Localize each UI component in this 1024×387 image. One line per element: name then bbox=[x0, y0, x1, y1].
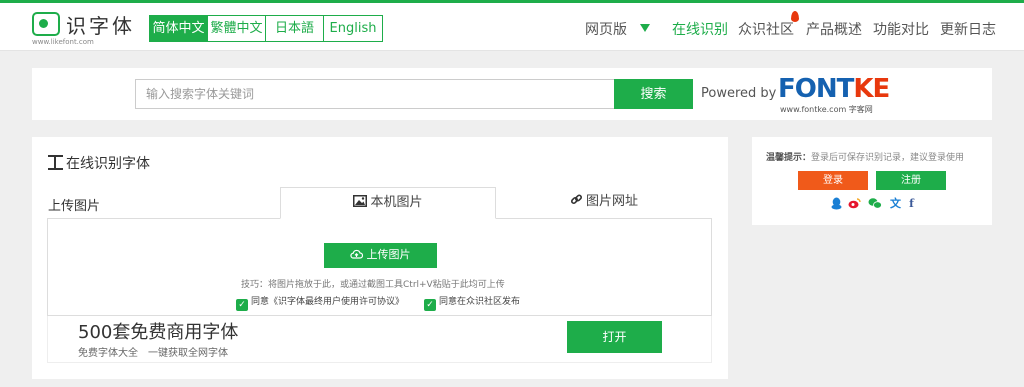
fontke-logo-text: FONTKE bbox=[778, 74, 890, 104]
upload-image-button-label: 上传图片 bbox=[366, 249, 411, 261]
facebook-icon[interactable]: f bbox=[905, 197, 918, 210]
login-tip-label: 温馨提示： bbox=[766, 153, 812, 163]
agree-license-label: 同意《识字体最终用户使用许可协议》 bbox=[251, 297, 405, 307]
section-title-text: 在线识别字体 bbox=[66, 156, 150, 172]
lang-japanese[interactable]: 日本語 bbox=[265, 15, 324, 42]
login-tip-panel: 温馨提示：登录后可保存识别记录，建议登录使用 登录 注册 文 f bbox=[752, 137, 992, 225]
upload-tip: 技巧：将图片拖放于此，或通过截图工具Ctrl+V粘贴于此均可上传 bbox=[241, 280, 505, 290]
section-title: 在线识别字体 bbox=[48, 153, 150, 173]
translate-icon[interactable]: 文 bbox=[889, 197, 902, 210]
promo-open-button[interactable]: 打开 bbox=[567, 321, 662, 353]
promo-subtitle: 免费字体大全 一键获取全网字体 bbox=[78, 348, 228, 359]
search-input[interactable] bbox=[135, 79, 615, 109]
nav-feature-compare[interactable]: 功能对比 bbox=[873, 19, 929, 39]
nav-product-overview[interactable]: 产品概述 bbox=[806, 19, 862, 39]
recognition-panel: 在线识别字体 上传图片 本机图片 图片网址 上传图片 技巧：将图片拖放于此，或通… bbox=[32, 137, 728, 379]
weibo-icon[interactable] bbox=[848, 197, 861, 210]
tab-image-url-label: 图片网址 bbox=[585, 194, 638, 209]
login-tip: 温馨提示：登录后可保存识别记录，建议登录使用 bbox=[766, 150, 964, 163]
logo-name: 识字体 bbox=[66, 14, 135, 38]
checkmark-icon: ✓ bbox=[236, 299, 248, 311]
header: 识字体 www.likefont.com 简体中文 繁體中文 日本語 Engli… bbox=[0, 3, 1024, 51]
login-tip-text: 登录后可保存识别记录，建议登录使用 bbox=[811, 153, 965, 163]
dropdown-triangle-icon[interactable] bbox=[640, 24, 650, 32]
upload-label: 上传图片 bbox=[48, 199, 101, 214]
wechat-icon[interactable] bbox=[868, 197, 882, 210]
agree-publish-checkbox[interactable]: ✓ 同意在众识社区发布 bbox=[424, 294, 520, 311]
search-button[interactable]: 搜索 bbox=[614, 79, 693, 109]
login-button[interactable]: 登录 bbox=[798, 171, 868, 190]
promo-title: 500套免费商用字体 bbox=[78, 322, 239, 343]
image-icon bbox=[353, 189, 368, 219]
logo-eye-icon bbox=[32, 12, 60, 36]
fontke-url: www.fontke.com 字客网 bbox=[780, 105, 873, 114]
qq-icon[interactable] bbox=[830, 197, 843, 210]
fontke-logo[interactable]: FONTKE www.fontke.com 字客网 bbox=[778, 74, 893, 114]
nav-web-version[interactable]: 网页版 bbox=[585, 19, 627, 39]
register-button[interactable]: 注册 bbox=[876, 171, 946, 190]
lang-english[interactable]: English bbox=[323, 15, 383, 42]
powered-by-label: Powered by bbox=[701, 86, 777, 101]
checkmark-icon: ✓ bbox=[424, 299, 436, 311]
link-icon bbox=[570, 188, 583, 218]
cloud-upload-icon bbox=[350, 249, 366, 261]
agree-publish-label: 同意在众识社区发布 bbox=[439, 297, 521, 307]
nav-online-recognize[interactable]: 在线识别 bbox=[672, 19, 728, 39]
tab-local-image[interactable]: 本机图片 bbox=[280, 187, 496, 219]
tab-image-url[interactable]: 图片网址 bbox=[496, 187, 712, 219]
hot-flame-icon bbox=[791, 11, 799, 22]
upload-image-button[interactable]: 上传图片 bbox=[324, 243, 437, 268]
text-recognize-icon bbox=[48, 155, 63, 170]
site-logo[interactable]: 识字体 www.likefont.com bbox=[32, 10, 142, 46]
upload-drop-zone[interactable]: 上传图片 技巧：将图片拖放于此，或通过截图工具Ctrl+V粘贴于此均可上传 ✓ 同… bbox=[47, 218, 712, 316]
lang-traditional-chinese[interactable]: 繁體中文 bbox=[207, 15, 266, 42]
logo-url: www.likefont.com bbox=[32, 38, 94, 46]
tab-local-image-label: 本机图片 bbox=[370, 195, 423, 210]
nav-community[interactable]: 众识社区 bbox=[738, 19, 794, 39]
free-fonts-promo: 500套免费商用字体 免费字体大全 一键获取全网字体 打开 bbox=[47, 316, 712, 363]
nav-changelog[interactable]: 更新日志 bbox=[940, 19, 996, 39]
lang-simplified-chinese[interactable]: 简体中文 bbox=[149, 15, 208, 42]
search-panel: 搜索 Powered by FONTKE www.fontke.com 字客网 bbox=[32, 68, 992, 120]
agree-license-checkbox[interactable]: ✓ 同意《识字体最终用户使用许可协议》 bbox=[236, 294, 404, 311]
